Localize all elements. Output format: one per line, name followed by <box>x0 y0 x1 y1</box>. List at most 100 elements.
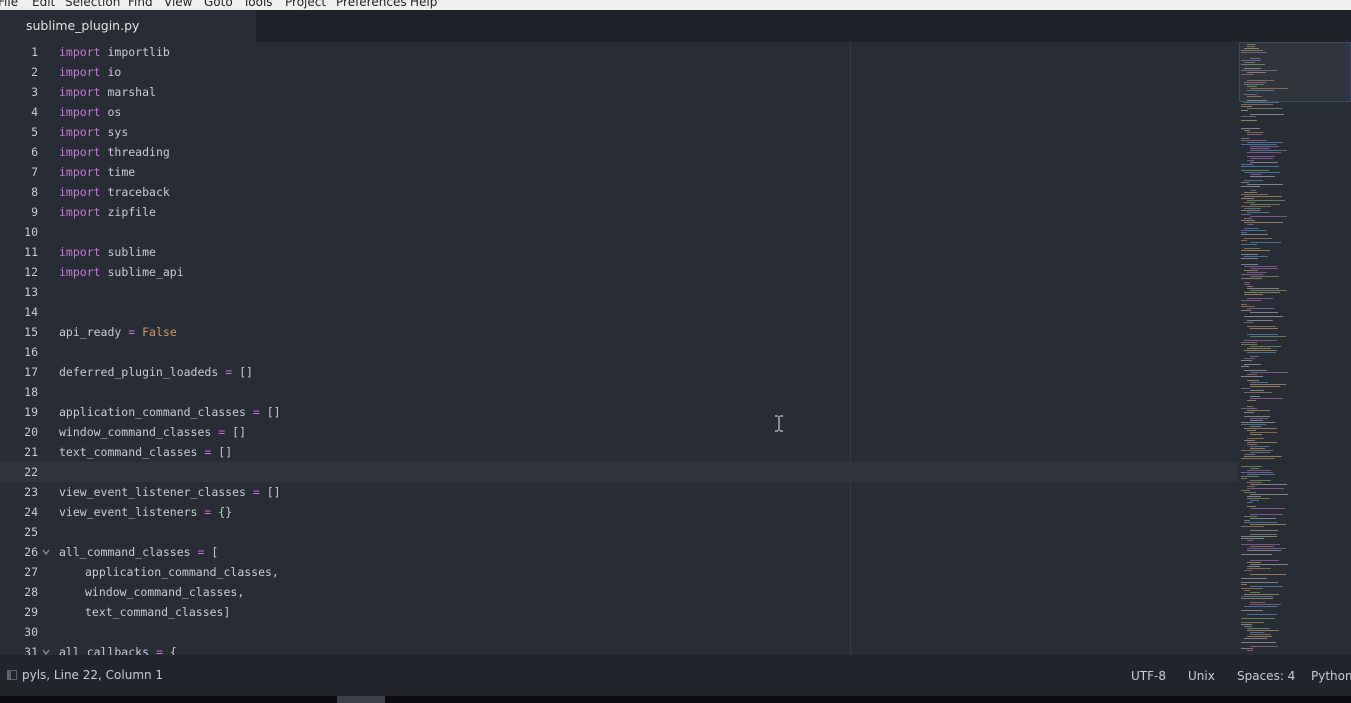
code-line[interactable]: 19 application_command_classes = [] <box>0 402 1238 422</box>
menu-project[interactable]: Project <box>285 0 326 9</box>
menu-help[interactable]: Help <box>410 0 437 9</box>
panel-toggle-icon[interactable] <box>7 670 17 680</box>
menu-find[interactable]: Find <box>128 0 153 9</box>
identifier-token: application_command_classes, <box>85 565 279 579</box>
code-line[interactable]: 26 all_command_classes = [ <box>0 542 1238 562</box>
status-syntax[interactable]: Python <box>1311 669 1351 683</box>
minimap-line <box>1241 70 1277 71</box>
code-line[interactable]: 31 all_callbacks = { <box>0 642 1238 655</box>
minimap-line <box>1241 244 1257 245</box>
menu-goto[interactable]: Goto <box>204 0 233 9</box>
minimap-line <box>1241 50 1263 51</box>
code-text: deferred_plugin_loadeds = [] <box>59 362 253 382</box>
line-number: 6 <box>31 145 38 159</box>
minimap-line <box>1244 638 1267 639</box>
minimap-line <box>1244 292 1280 293</box>
minimap-line <box>1247 134 1262 135</box>
minimap-line <box>1247 442 1277 443</box>
minimap-line <box>1247 540 1253 541</box>
minimap-line <box>1241 478 1247 479</box>
minimap-line <box>1241 342 1257 343</box>
code-line[interactable]: 8 import traceback <box>0 182 1238 202</box>
code-line[interactable]: 10 <box>0 222 1238 242</box>
taskbar-item[interactable] <box>337 696 385 703</box>
menu-preferences[interactable]: Preferences <box>336 0 407 9</box>
menu-file[interactable]: File <box>0 0 18 9</box>
code-line[interactable]: 3 import marshal <box>0 82 1238 102</box>
code-line[interactable]: 12 import sublime_api <box>0 262 1238 282</box>
operator-token: = <box>252 485 260 499</box>
code-line[interactable]: 25 <box>0 522 1238 542</box>
code-line[interactable]: 11 import sublime <box>0 242 1238 262</box>
minimap-line <box>1241 538 1264 539</box>
minimap-line <box>1244 102 1279 103</box>
code-line[interactable]: 1 import importlib <box>0 42 1238 62</box>
code-line[interactable]: 22 <box>0 462 1238 482</box>
code-line[interactable]: 30 <box>0 622 1238 642</box>
keyword-token: import <box>59 45 101 59</box>
status-indentation[interactable]: Spaces: 4 <box>1237 669 1295 683</box>
minimap-line <box>1241 304 1247 305</box>
code-line[interactable]: 7 import time <box>0 162 1238 182</box>
minimap-line <box>1250 356 1259 357</box>
fold-chevron-icon[interactable] <box>42 648 50 655</box>
minimap-line <box>1250 592 1260 593</box>
minimap-line <box>1250 148 1270 149</box>
minimap-line <box>1247 46 1255 47</box>
minimap-line <box>1244 228 1258 229</box>
identifier-token: deferred_plugin_loadeds <box>59 365 219 379</box>
minimap-line <box>1250 564 1288 565</box>
minimap-line <box>1250 290 1287 291</box>
minimap-line <box>1241 624 1252 625</box>
code-line[interactable]: 5 import sys <box>0 122 1238 142</box>
minimap-line <box>1250 480 1271 481</box>
minimap-line <box>1244 428 1277 429</box>
identifier-token: sublime <box>107 245 156 259</box>
code-line[interactable]: 13 <box>0 282 1238 302</box>
menu-view[interactable]: View <box>164 0 192 9</box>
code-line[interactable]: 29 text_command_classes] <box>0 602 1238 622</box>
minimap-line <box>1250 508 1285 509</box>
minimap-line <box>1244 358 1255 359</box>
minimap-line <box>1241 408 1257 409</box>
menu-tools[interactable]: Tools <box>243 0 273 9</box>
code-line[interactable]: 4 import os <box>0 102 1238 122</box>
code-line[interactable]: 15 api_ready = False <box>0 322 1238 342</box>
identifier-token: zipfile <box>107 205 156 219</box>
code-line[interactable]: 27 application_command_classes, <box>0 562 1238 582</box>
minimap-line <box>1241 264 1258 265</box>
minimap-line <box>1241 194 1268 195</box>
code-line[interactable]: 21 text_command_classes = [] <box>0 442 1238 462</box>
keyword-token: import <box>59 205 101 219</box>
code-line[interactable]: 16 <box>0 342 1238 362</box>
code-line[interactable]: 2 import io <box>0 62 1238 82</box>
tab-sublime-plugin[interactable]: sublime_plugin.py <box>0 10 256 42</box>
minimap-line <box>1250 174 1262 175</box>
code-line[interactable]: 20 window_command_classes = [] <box>0 422 1238 442</box>
code-line[interactable]: 18 <box>0 382 1238 402</box>
minimap-line <box>1247 628 1270 629</box>
code-line[interactable]: 28 window_command_classes, <box>0 582 1238 602</box>
menu-selection[interactable]: Selection <box>65 0 120 9</box>
minimap-line <box>1250 216 1287 217</box>
minimap-line <box>1247 548 1286 549</box>
minimap-line <box>1250 468 1259 469</box>
code-text: import traceback <box>59 182 170 202</box>
code-line[interactable]: 14 <box>0 302 1238 322</box>
status-line-endings[interactable]: Unix <box>1188 669 1215 683</box>
code-line[interactable]: 6 import threading <box>0 142 1238 162</box>
minimap-line <box>1241 144 1277 145</box>
code-line[interactable]: 24 view_event_listeners = {} <box>0 502 1238 522</box>
menu-edit[interactable]: Edit <box>32 0 55 9</box>
minimap[interactable] <box>1238 42 1351 655</box>
code-line[interactable]: 9 import zipfile <box>0 202 1238 222</box>
status-encoding[interactable]: UTF-8 <box>1131 669 1166 683</box>
fold-chevron-icon[interactable] <box>42 548 50 556</box>
identifier-token: [] <box>239 365 253 379</box>
code-text: view_event_listener_classes = [] <box>59 482 281 502</box>
minimap-line <box>1241 206 1271 207</box>
code-line[interactable]: 23 view_event_listener_classes = [] <box>0 482 1238 502</box>
code-line[interactable]: 17 deferred_plugin_loadeds = [] <box>0 362 1238 382</box>
code-editor[interactable]: 1 import importlib 2 import io 3 import marsh… <box>0 42 1238 655</box>
line-number: 8 <box>31 185 38 199</box>
